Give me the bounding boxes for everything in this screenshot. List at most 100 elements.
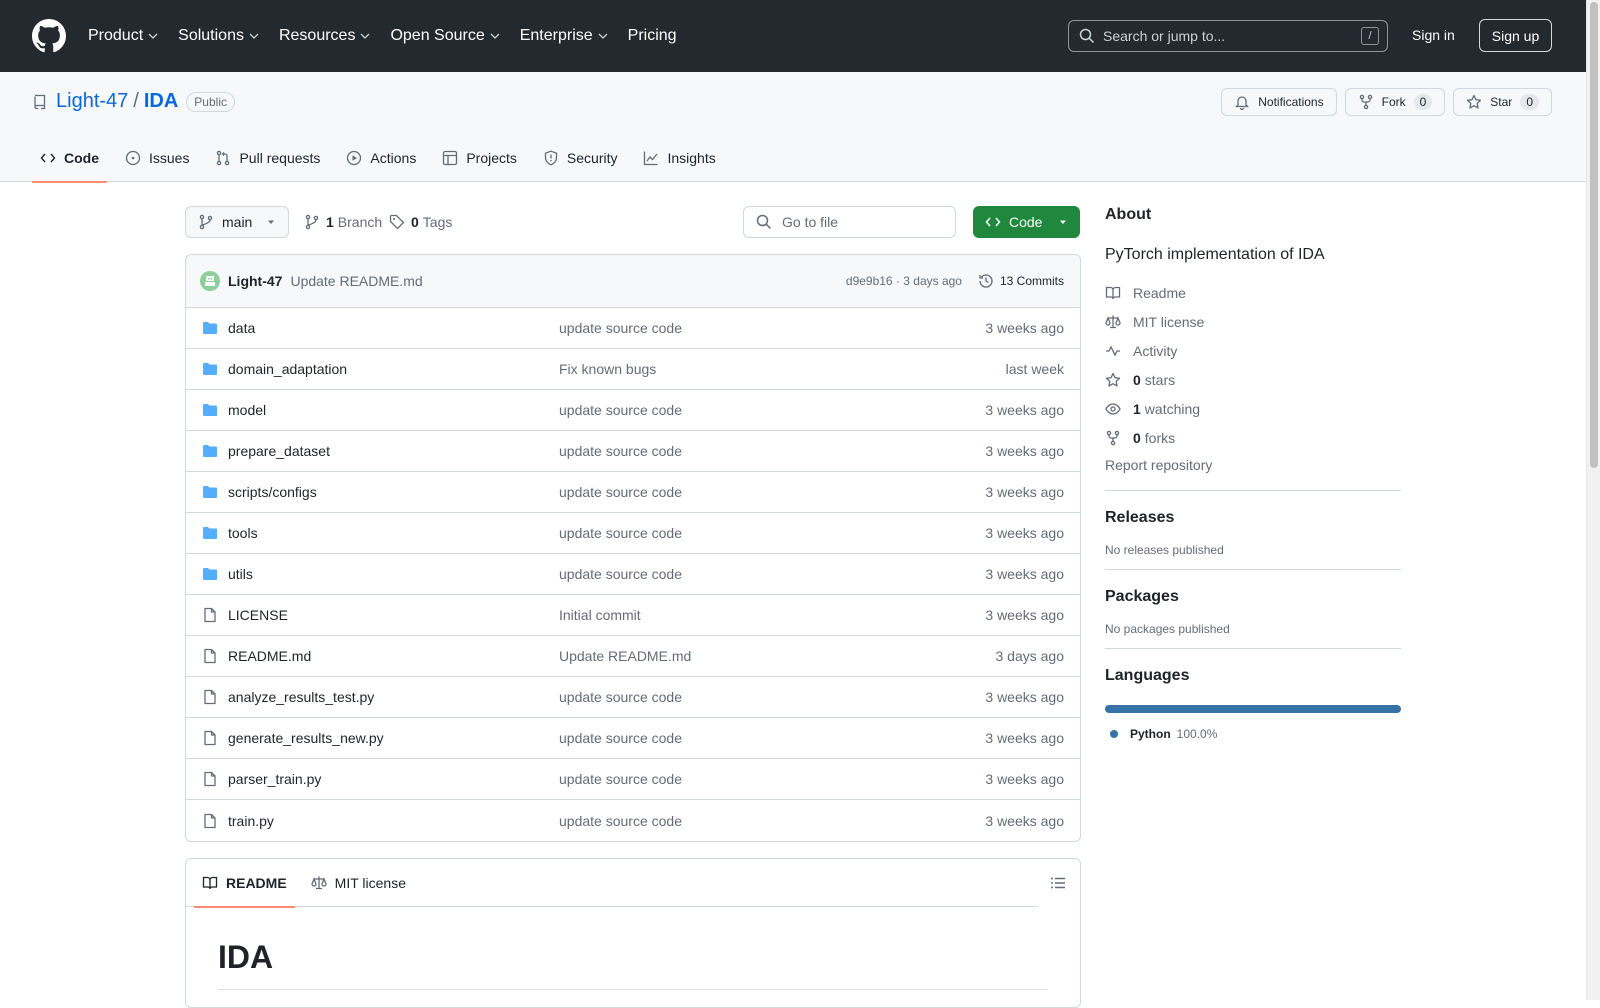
file-row[interactable]: README.md Update README.md 3 days ago	[186, 636, 1080, 677]
tab-insights[interactable]: Insights	[635, 134, 723, 182]
file-name-link[interactable]: train.py	[228, 813, 559, 829]
releases-empty: No releases published	[1105, 543, 1224, 557]
list-unordered-icon[interactable]	[1050, 875, 1066, 891]
file-commit-date: 3 weeks ago	[985, 607, 1064, 623]
file-row[interactable]: analyze_results_test.py update source cod…	[186, 677, 1080, 718]
tab-issues[interactable]: Issues	[117, 134, 197, 182]
search-shortcut-key: /	[1361, 27, 1379, 45]
branches-link[interactable]: 1 Branch	[304, 214, 382, 230]
file-name-link[interactable]: scripts/configs	[228, 484, 559, 500]
git-branch-icon	[305, 214, 319, 230]
commit-hash-time[interactable]: d9e9b16 · 3 days ago	[846, 274, 962, 288]
tab-projects[interactable]: Projects	[434, 134, 525, 182]
file-name-link[interactable]: domain_adaptation	[228, 361, 559, 377]
go-to-file-input[interactable]: Go to file	[743, 206, 956, 238]
file-row[interactable]: utils update source code 3 weeks ago	[186, 554, 1080, 595]
branch-select-button[interactable]: main	[185, 206, 289, 238]
watchers-link[interactable]: 1 watching	[1105, 394, 1401, 423]
file-row[interactable]: model update source code 3 weeks ago	[186, 390, 1080, 431]
nav-pricing[interactable]: Pricing	[628, 27, 677, 45]
pull-request-icon	[217, 150, 230, 166]
file-commit-message-link[interactable]: update source code	[559, 320, 682, 336]
star-button[interactable]: Star 0	[1453, 88, 1552, 116]
nav-enterprise[interactable]: Enterprise	[520, 27, 608, 45]
chevron-down-icon	[598, 33, 608, 39]
nav-open-source[interactable]: Open Source	[390, 27, 500, 45]
file-commit-message-link[interactable]: Initial commit	[559, 607, 641, 623]
commit-message-link[interactable]: Update README.md	[290, 273, 422, 289]
file-name-link[interactable]: utils	[228, 566, 559, 582]
file-row[interactable]: prepare_dataset update source code 3 weeks…	[186, 431, 1080, 472]
file-name-link[interactable]: LICENSE	[228, 607, 559, 623]
file-row[interactable]: LICENSE Initial commit 3 weeks ago	[186, 595, 1080, 636]
sign-up-button[interactable]: Sign up	[1479, 19, 1552, 52]
nav-solutions[interactable]: Solutions	[178, 27, 259, 45]
github-logo-icon[interactable]	[32, 19, 66, 53]
tags-link[interactable]: 0 Tags	[389, 214, 452, 230]
license-link[interactable]: MIT license	[1105, 307, 1401, 336]
file-name-link[interactable]: parser_train.py	[228, 771, 559, 787]
forks-link[interactable]: 0 forks	[1105, 423, 1401, 452]
scrollbar-thumb[interactable]	[1590, 2, 1598, 468]
tab-readme[interactable]: README	[194, 859, 295, 908]
global-search-input[interactable]: Search or jump to... /	[1068, 20, 1388, 52]
notifications-button[interactable]: Notifications	[1221, 88, 1337, 116]
file-row[interactable]: scripts/configs update source code 3 weeks…	[186, 472, 1080, 513]
star-icon	[1467, 94, 1482, 109]
packages-title[interactable]: Packages	[1105, 588, 1401, 606]
pulse-icon	[1106, 345, 1120, 356]
file-commit-message-link[interactable]: update source code	[559, 443, 682, 459]
readme-link[interactable]: Readme	[1105, 278, 1401, 307]
tab-code[interactable]: Code	[32, 134, 107, 183]
file-row[interactable]: tools update source code 3 weeks ago	[186, 513, 1080, 554]
file-name-link[interactable]: data	[228, 320, 559, 336]
file-commit-message-link[interactable]: update source code	[559, 771, 682, 787]
repo-name-link[interactable]: IDA	[144, 90, 178, 113]
file-name-link[interactable]: prepare_dataset	[228, 443, 559, 459]
file-commit-message-link[interactable]: update source code	[559, 566, 682, 582]
file-row[interactable]: train.py update source code 3 weeks ago	[186, 800, 1080, 841]
file-name-link[interactable]: README.md	[228, 648, 559, 664]
tag-count: 0	[411, 214, 419, 230]
file-name-link[interactable]: model	[228, 402, 559, 418]
sign-in-link[interactable]: Sign in	[1412, 27, 1455, 43]
stars-link[interactable]: 0 stars	[1105, 365, 1401, 394]
file-row[interactable]: parser_train.py update source code 3 weeks…	[186, 759, 1080, 800]
repo-header: Light-47 / IDA Public Notifications Fork…	[0, 72, 1586, 183]
file-row[interactable]: data update source code 3 weeks ago	[186, 308, 1080, 349]
nav-resources[interactable]: Resources	[279, 27, 370, 45]
file-name-link[interactable]: tools	[228, 525, 559, 541]
file-row[interactable]: domain_adaptation Fix known bugs last week	[186, 349, 1080, 390]
page-scrollbar[interactable]	[1586, 0, 1600, 1000]
releases-title[interactable]: Releases	[1105, 509, 1401, 527]
language-percent: 100.0%	[1176, 727, 1218, 741]
tab-pull-requests[interactable]: Pull requests	[207, 134, 328, 182]
file-commit-message-link[interactable]: Fix known bugs	[559, 361, 656, 377]
file-commit-message-link[interactable]: update source code	[559, 730, 682, 746]
file-row[interactable]: generate_results_new.py update source cod…	[186, 718, 1080, 759]
file-commit-message-link[interactable]: update source code	[559, 484, 682, 500]
file-name-link[interactable]: generate_results_new.py	[228, 730, 559, 746]
file-name-link[interactable]: analyze_results_test.py	[228, 689, 559, 705]
commit-author-link[interactable]: Light-47	[228, 273, 282, 289]
activity-link[interactable]: Activity	[1105, 336, 1401, 365]
file-commit-message-link[interactable]: Update README.md	[559, 648, 691, 664]
file-commit-message-link[interactable]: update source code	[559, 402, 682, 418]
fork-button[interactable]: Fork 0	[1344, 88, 1446, 116]
divider	[1105, 490, 1401, 491]
file-commit-message-link[interactable]: update source code	[559, 689, 682, 705]
file-commit-message-link[interactable]: update source code	[559, 813, 682, 829]
file-commit-message-link[interactable]: update source code	[559, 525, 682, 541]
commits-history-link[interactable]: 13 Commits	[978, 273, 1064, 289]
tab-license[interactable]: MIT license	[303, 859, 414, 907]
file-commit-date: 3 weeks ago	[985, 566, 1064, 582]
avatar[interactable]	[200, 271, 220, 291]
tab-actions[interactable]: Actions	[338, 134, 424, 182]
report-repository-link[interactable]: Report repository	[1105, 452, 1401, 478]
code-dropdown-button[interactable]: Code	[973, 206, 1080, 238]
nav-product[interactable]: Product	[88, 27, 158, 45]
language-item[interactable]: Python 100.0%	[1105, 727, 1401, 741]
repo-owner-link[interactable]: Light-47	[56, 90, 128, 113]
tab-security[interactable]: Security	[535, 134, 626, 182]
folder-icon	[203, 527, 217, 539]
